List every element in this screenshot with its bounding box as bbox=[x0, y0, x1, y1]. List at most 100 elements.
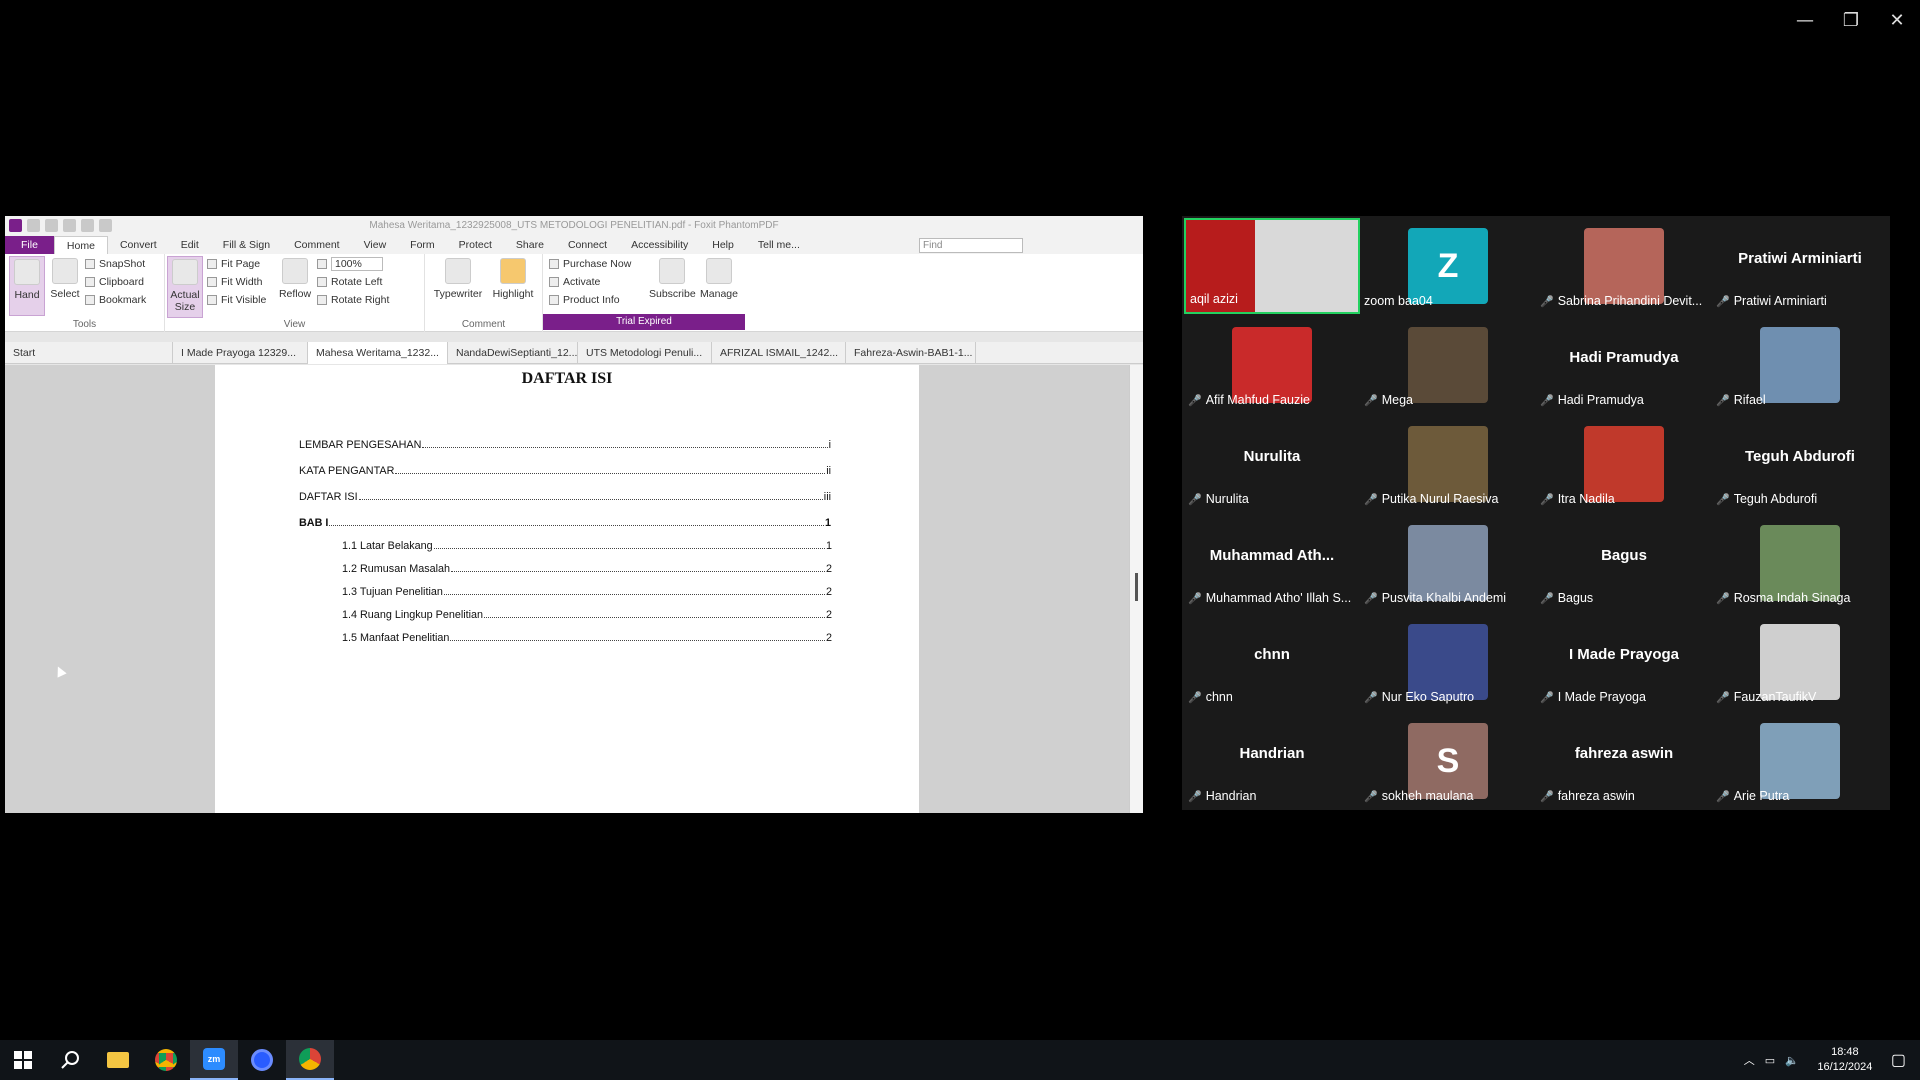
bookmark-button[interactable]: Bookmark bbox=[85, 292, 146, 308]
participant-tile[interactable]: Nurulita 🎤 Nurulita bbox=[1184, 416, 1360, 512]
participant-tile[interactable]: Zzoom baa04 bbox=[1360, 218, 1536, 314]
menu-item[interactable]: Tell me... bbox=[746, 236, 812, 254]
participant-tile[interactable]: 🎤 Sabrina Prihandini Devit... bbox=[1536, 218, 1712, 314]
participant-tile[interactable]: 🎤 Itra Nadila bbox=[1536, 416, 1712, 512]
menu-item[interactable]: Fill & Sign bbox=[211, 236, 282, 254]
menu-item[interactable]: Protect bbox=[447, 236, 504, 254]
participant-tile[interactable]: 🎤 Rifael bbox=[1712, 317, 1888, 413]
zoom-app-button[interactable]: zm bbox=[190, 1040, 238, 1080]
typewriter-button[interactable]: Typewriter bbox=[433, 256, 483, 300]
participant-tile[interactable]: I Made Prayoga 🎤 I Made Prayoga bbox=[1536, 614, 1712, 710]
toc-entry[interactable]: 1.5 Manfaat Penelitian 2 bbox=[342, 632, 832, 644]
rotate-right-button[interactable]: Rotate Right bbox=[317, 292, 389, 308]
toc-entry[interactable]: 1.2 Rumusan Masalah 2 bbox=[342, 563, 832, 575]
toc-entry[interactable]: DAFTAR ISI iii bbox=[299, 491, 831, 503]
participant-tile[interactable]: 🎤 Pusvita Khalbi Andemi bbox=[1360, 515, 1536, 611]
rotate-left-button[interactable]: Rotate Left bbox=[317, 274, 382, 290]
network-icon[interactable]: ▭ bbox=[1765, 1054, 1775, 1067]
participant-tile[interactable]: 🎤 Nur Eko Saputro bbox=[1360, 614, 1536, 710]
clock[interactable]: 18:48 16/12/2024 bbox=[1809, 1045, 1881, 1075]
participant-tile[interactable]: 🎤 Rosma Indah Sinaga bbox=[1712, 515, 1888, 611]
volume-icon[interactable]: 🔈 bbox=[1785, 1054, 1799, 1067]
highlight-button[interactable]: Highlight bbox=[489, 256, 537, 300]
file-explorer-button[interactable] bbox=[94, 1040, 142, 1080]
document-tab[interactable]: Fahreza-Aswin-BAB1-1... bbox=[846, 342, 976, 364]
menu-item[interactable]: Form bbox=[398, 236, 447, 254]
minimize-button[interactable]: — bbox=[1782, 0, 1828, 40]
activate-button[interactable]: Activate bbox=[549, 274, 600, 290]
participant-tile[interactable]: 🎤 Putika Nurul Raesiva bbox=[1360, 416, 1536, 512]
vertical-scrollbar[interactable] bbox=[1129, 365, 1143, 813]
fit-visible-button[interactable]: Fit Visible bbox=[207, 292, 266, 308]
start-button[interactable] bbox=[0, 1040, 46, 1080]
pdf-page: DAFTAR ISI LEMBAR PENGESAHAN i KATA PENGAN… bbox=[215, 365, 919, 813]
menu-item[interactable]: Edit bbox=[169, 236, 211, 254]
chrome-profile-button[interactable] bbox=[286, 1040, 334, 1080]
undo-icon[interactable] bbox=[81, 219, 94, 232]
participant-tile[interactable]: chnn 🎤 chnn bbox=[1184, 614, 1360, 710]
participant-tile[interactable]: Hadi Pramudya 🎤 Hadi Pramudya bbox=[1536, 317, 1712, 413]
toc-entry[interactable]: 1.3 Tujuan Penelitian 2 bbox=[342, 586, 832, 598]
manage-button[interactable]: Manage bbox=[697, 256, 741, 300]
participant-tile[interactable]: Handrian 🎤 Handrian bbox=[1184, 713, 1360, 809]
fit-page-button[interactable]: Fit Page bbox=[207, 256, 260, 272]
purchase-now-button[interactable]: Purchase Now bbox=[549, 256, 631, 272]
menu-item[interactable]: Home bbox=[53, 236, 108, 254]
document-tab[interactable]: UTS Metodologi Penuli... bbox=[578, 342, 712, 364]
participant-tile[interactable]: fahreza aswin 🎤 fahreza aswin bbox=[1536, 713, 1712, 809]
participant-tile[interactable]: Pratiwi Arminiarti 🎤 Pratiwi Arminiarti bbox=[1712, 218, 1888, 314]
participant-tile[interactable]: 🎤 Afif Mahfud Fauzie bbox=[1184, 317, 1360, 413]
find-input[interactable]: Find bbox=[919, 238, 1023, 253]
product-info-button[interactable]: Product Info bbox=[549, 292, 620, 308]
menu-item[interactable]: File bbox=[5, 236, 54, 254]
search-button[interactable] bbox=[46, 1040, 94, 1080]
ribbon: Hand Select SnapShot Clipboard Bookmark … bbox=[5, 254, 1143, 332]
toc-entry[interactable]: KATA PENGANTAR ii bbox=[299, 465, 831, 477]
hand-tool-button[interactable]: Hand bbox=[9, 256, 45, 316]
actual-size-button[interactable]: Actual Size bbox=[167, 256, 203, 318]
menu-item[interactable]: Accessibility bbox=[619, 236, 700, 254]
toc-entry[interactable]: 1.4 Ruang Lingkup Penelitian 2 bbox=[342, 609, 832, 621]
toc-entry[interactable]: 1.1 Latar Belakang 1 bbox=[342, 540, 832, 552]
snapshot-button[interactable]: SnapShot bbox=[85, 256, 145, 272]
menu-item[interactable]: View bbox=[352, 236, 399, 254]
subscribe-button[interactable]: Subscribe bbox=[649, 256, 696, 300]
redo-icon[interactable] bbox=[99, 219, 112, 232]
browser-button[interactable] bbox=[238, 1040, 286, 1080]
participant-tile[interactable]: S 🎤 sokheh maulana bbox=[1360, 713, 1536, 809]
participant-tile[interactable]: 🎤 Mega bbox=[1360, 317, 1536, 413]
document-tab[interactable]: Start bbox=[5, 342, 173, 364]
participant-tile[interactable]: aqil azizi bbox=[1184, 218, 1360, 314]
toc-entry[interactable]: LEMBAR PENGESAHAN i bbox=[299, 439, 831, 451]
save-icon[interactable] bbox=[45, 219, 58, 232]
participant-tile[interactable]: Bagus 🎤 Bagus bbox=[1536, 515, 1712, 611]
close-button[interactable]: ✕ bbox=[1874, 0, 1920, 40]
document-tab[interactable]: NandaDewiSeptianti_12... bbox=[448, 342, 578, 364]
menu-item[interactable]: Convert bbox=[108, 236, 169, 254]
menu-item[interactable]: Share bbox=[504, 236, 556, 254]
menu-item[interactable]: Connect bbox=[556, 236, 619, 254]
document-tab[interactable]: Mahesa Weritama_1232... bbox=[308, 342, 448, 364]
clipboard-button[interactable]: Clipboard bbox=[85, 274, 144, 290]
participant-tile[interactable]: 🎤 Arie Putra bbox=[1712, 713, 1888, 809]
scrollbar-thumb[interactable] bbox=[1135, 573, 1138, 601]
reflow-button[interactable]: Reflow bbox=[277, 256, 313, 300]
chevron-up-icon[interactable]: ︿ bbox=[1744, 1052, 1755, 1068]
fit-width-button[interactable]: Fit Width bbox=[207, 274, 262, 290]
zoom-value[interactable]: 100% bbox=[331, 257, 383, 271]
participant-tile[interactable]: Muhammad Ath... 🎤 Muhammad Atho' Illah S..… bbox=[1184, 515, 1360, 611]
menu-item[interactable]: Comment bbox=[282, 236, 352, 254]
maximize-button[interactable]: ❐ bbox=[1828, 0, 1874, 40]
participant-tile[interactable]: Teguh Abdurofi 🎤 Teguh Abdurofi bbox=[1712, 416, 1888, 512]
toc-entry[interactable]: BAB I 1 bbox=[299, 517, 831, 529]
document-tab[interactable]: AFRIZAL ISMAIL_1242... bbox=[712, 342, 846, 364]
menu-item[interactable]: Help bbox=[700, 236, 746, 254]
select-tool-button[interactable]: Select bbox=[47, 256, 83, 300]
participant-tile[interactable]: 🎤 FauzanTaufikV bbox=[1712, 614, 1888, 710]
zoom-select[interactable]: 100% bbox=[317, 256, 383, 272]
print-icon[interactable] bbox=[63, 219, 76, 232]
document-tab[interactable]: I Made Prayoga 12329... bbox=[173, 342, 308, 364]
chrome-button[interactable] bbox=[142, 1040, 190, 1080]
open-icon[interactable] bbox=[27, 219, 40, 232]
notification-icon[interactable]: ▢ bbox=[1891, 1050, 1906, 1070]
